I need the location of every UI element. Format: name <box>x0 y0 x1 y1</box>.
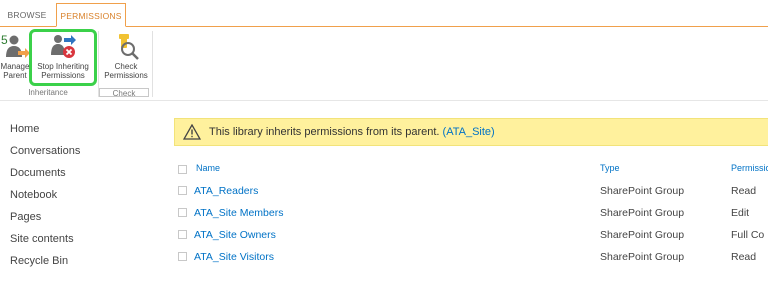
left-navigation: Home Conversations Documents Notebook Pa… <box>10 120 150 274</box>
group-type: SharePoint Group <box>600 207 685 219</box>
permission-level: Read <box>731 185 757 197</box>
group-type: SharePoint Group <box>600 185 685 197</box>
ribbon: 5 Manage Parent Stop Inheriting Permissi… <box>0 27 768 101</box>
nav-item-pages[interactable]: Pages <box>10 208 150 230</box>
permission-level: Full Co <box>731 229 765 241</box>
inheritance-notice: This library inherits permissions from i… <box>174 118 768 146</box>
manage-parent-icon: 5 <box>1 33 30 58</box>
group-type: SharePoint Group <box>600 229 685 241</box>
check-permissions-label: Check Permissions <box>104 62 148 80</box>
group-label-inheritance: Inheritance <box>28 88 68 97</box>
nav-item-notebook[interactable]: Notebook <box>10 186 150 208</box>
group-name-link[interactable]: ATA_Readers <box>194 185 258 197</box>
nav-item-recycle-bin[interactable]: Recycle Bin <box>10 252 150 274</box>
table-header: Name Type Permissio <box>176 160 768 180</box>
manage-parent-label: Manage Parent <box>0 62 30 80</box>
row-checkbox[interactable] <box>178 230 187 239</box>
nav-item-conversations[interactable]: Conversations <box>10 142 150 164</box>
tab-permissions[interactable]: PERMISSIONS <box>56 3 126 27</box>
row-checkbox[interactable] <box>178 208 187 217</box>
check-permissions-icon <box>119 34 139 60</box>
group-name-link[interactable]: ATA_Site Visitors <box>194 251 274 263</box>
notice-text: This library inherits permissions from i… <box>209 126 440 138</box>
notice-message: This library inherits permissions from i… <box>209 119 495 145</box>
group-name-link[interactable]: ATA_Site Members <box>194 207 283 219</box>
table-row: ATA_Site Visitors SharePoint Group Read <box>176 247 768 269</box>
group-name-link[interactable]: ATA_Site Owners <box>194 229 276 241</box>
parent-site-link[interactable]: (ATA_Site) <box>443 126 495 138</box>
highlight-box <box>29 29 97 86</box>
table-row: ATA_Readers SharePoint Group Read <box>176 181 768 203</box>
permission-level: Edit <box>731 207 750 219</box>
svg-text:5: 5 <box>1 33 8 47</box>
column-header-type[interactable]: Type <box>600 163 620 173</box>
check-permissions-button[interactable]: Check Permissions <box>102 31 150 80</box>
manage-parent-button[interactable]: 5 Manage Parent <box>0 31 30 80</box>
row-checkbox[interactable] <box>178 252 187 261</box>
permission-level: Read <box>731 251 757 263</box>
table-row: ATA_Site Members SharePoint Group Edit <box>176 203 768 225</box>
group-type: SharePoint Group <box>600 251 685 263</box>
group-label-check: Check <box>99 88 149 98</box>
warning-icon <box>183 124 201 140</box>
table-row: ATA_Site Owners SharePoint Group Full Co <box>176 225 768 247</box>
ribbon-tab-bar: BROWSE PERMISSIONS <box>0 0 768 27</box>
nav-item-documents[interactable]: Documents <box>10 164 150 186</box>
row-checkbox[interactable] <box>178 186 187 195</box>
ribbon-group-separator <box>152 31 153 97</box>
nav-item-home[interactable]: Home <box>10 120 150 142</box>
nav-item-site-contents[interactable]: Site contents <box>10 230 150 252</box>
column-header-name[interactable]: Name <box>196 163 220 173</box>
select-all-checkbox[interactable] <box>178 165 187 174</box>
column-header-permissions[interactable]: Permissio <box>731 163 768 173</box>
tab-browse[interactable]: BROWSE <box>0 3 54 27</box>
